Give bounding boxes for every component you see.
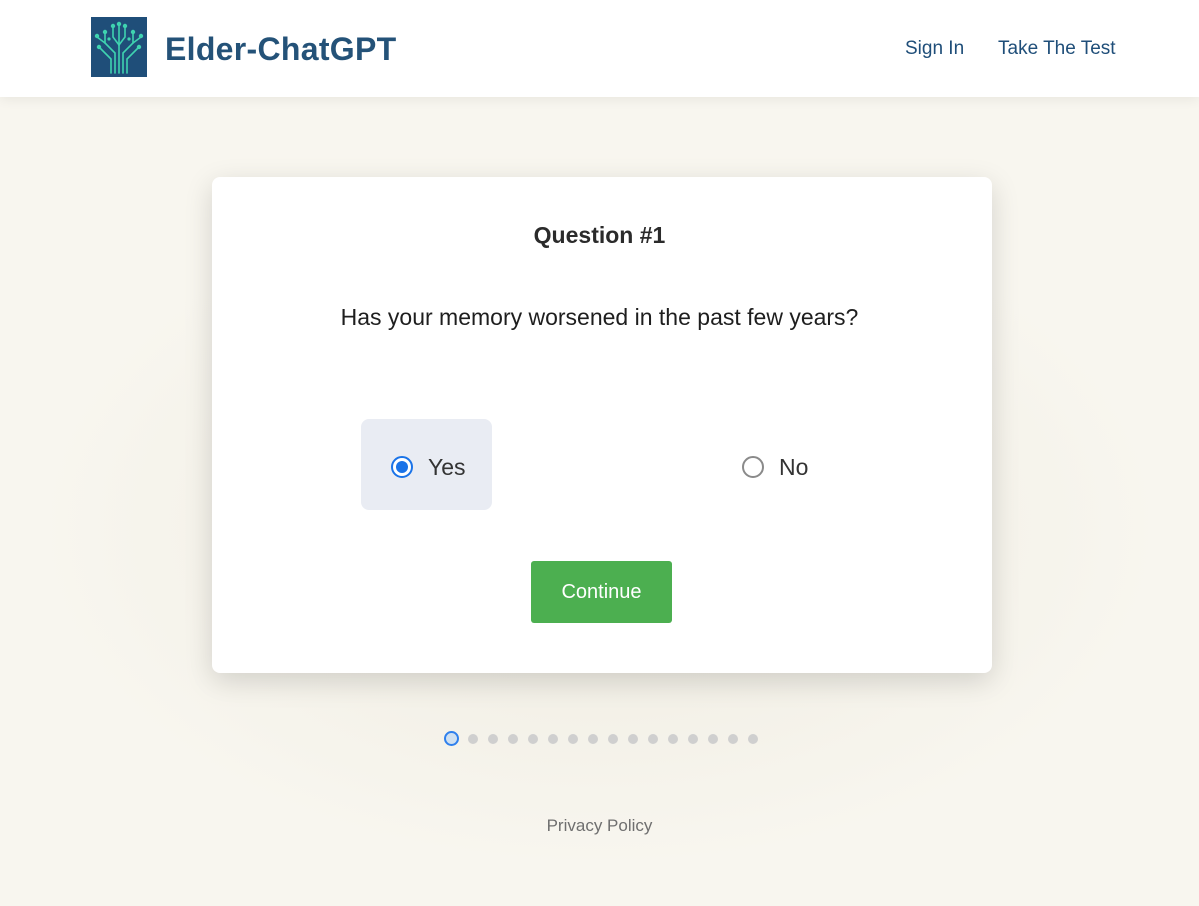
- brand-name[interactable]: Elder-ChatGPT: [165, 29, 396, 69]
- answer-option-no[interactable]: No: [725, 419, 856, 510]
- progress-dot[interactable]: [688, 734, 698, 744]
- radio-yes[interactable]: [391, 456, 413, 478]
- continue-button[interactable]: Continue: [531, 561, 672, 623]
- progress-dot[interactable]: [468, 734, 478, 744]
- progress-dot[interactable]: [444, 731, 459, 746]
- question-title: Question #1: [533, 222, 666, 248]
- progress-dot[interactable]: [668, 734, 678, 744]
- privacy-policy-link[interactable]: Privacy Policy: [0, 815, 1199, 837]
- progress-dot[interactable]: [728, 734, 738, 744]
- progress-dot[interactable]: [528, 734, 538, 744]
- progress-dot[interactable]: [588, 734, 598, 744]
- progress-dot[interactable]: [708, 734, 718, 744]
- radio-no[interactable]: [742, 456, 764, 478]
- circuit-tree-icon[interactable]: [91, 17, 147, 77]
- nav-take-the-test-link[interactable]: Take The Test: [998, 36, 1116, 62]
- answer-label-no: No: [779, 454, 809, 480]
- progress-dot[interactable]: [748, 734, 758, 744]
- answer-label-yes: Yes: [428, 454, 466, 480]
- progress-dot[interactable]: [508, 734, 518, 744]
- site-header: Elder-ChatGPT Sign In Take The Test: [0, 0, 1199, 97]
- progress-dot[interactable]: [608, 734, 618, 744]
- progress-dot[interactable]: [628, 734, 638, 744]
- progress-dots: [0, 731, 1199, 747]
- nav-sign-in-link[interactable]: Sign In: [905, 36, 964, 62]
- question-text: Has your memory worsened in the past few…: [340, 304, 859, 330]
- answer-option-yes[interactable]: Yes: [361, 419, 492, 510]
- progress-dot[interactable]: [648, 734, 658, 744]
- progress-dot[interactable]: [488, 734, 498, 744]
- progress-dot[interactable]: [548, 734, 558, 744]
- progress-dot[interactable]: [568, 734, 578, 744]
